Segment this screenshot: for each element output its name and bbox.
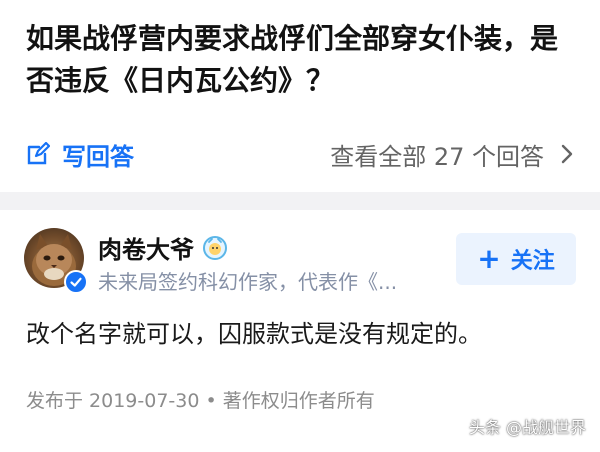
plus-icon: + [477, 242, 501, 275]
write-answer-button[interactable]: 写回答 [26, 136, 134, 172]
answer-content[interactable]: 改个名字就可以，囚服款式是没有规定的。 [26, 314, 586, 349]
author-name[interactable]: 肉卷大爷 [98, 230, 194, 265]
question-card: 如果战俘营内要求战俘们全部穿女仆装，是否违反《日内瓦公约》？ 写回答 查看全部 … [0, 0, 600, 192]
question-title[interactable]: 如果战俘营内要求战俘们全部穿女仆装，是否违反《日内瓦公约》？ [26, 18, 566, 102]
question-actions: 写回答 查看全部 27 个回答 [0, 132, 600, 176]
follow-button[interactable]: + 关注 [456, 233, 576, 285]
write-answer-label: 写回答 [62, 142, 134, 171]
section-divider [0, 192, 600, 210]
edit-icon [27, 142, 50, 165]
view-all-answers-link[interactable]: 查看全部 27 个回答 [330, 136, 574, 172]
answer-meta: 发布于 2019-07-30 • 著作权归作者所有 [26, 390, 375, 412]
view-all-answers-label: 查看全部 27 个回答 [330, 142, 544, 171]
author-bio: 未来局签约科幻作家，代表作《... [98, 270, 398, 294]
chevron-right-icon [561, 144, 573, 164]
author-name-row: 肉卷大爷 [98, 230, 228, 265]
follow-label: 关注 [510, 249, 555, 274]
verified-icon [64, 270, 88, 294]
avatar-badge-icon [203, 235, 227, 260]
watermark: 头条 @战舰世界 [468, 418, 586, 437]
